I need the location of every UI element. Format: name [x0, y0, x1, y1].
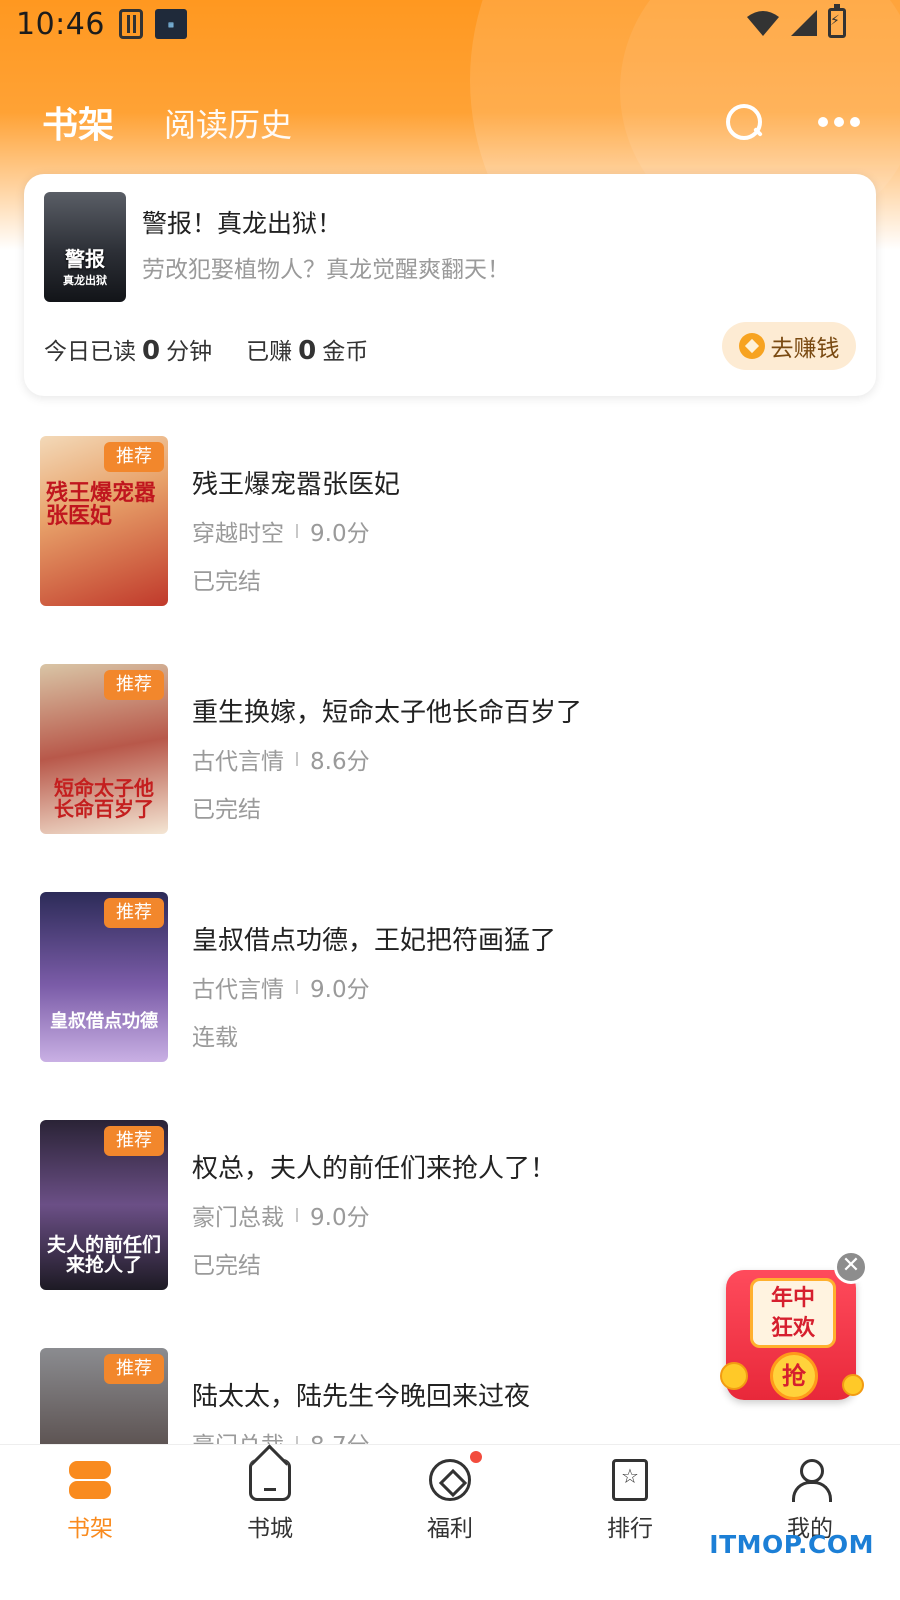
nav-label: 书城 [247, 1516, 293, 1542]
recommend-badge: 推荐 [104, 442, 164, 472]
tab-label: 书架 [42, 105, 115, 146]
today-read-unit: 分钟 [166, 339, 213, 365]
nav-label: 福利 [427, 1516, 473, 1542]
book-title[interactable]: 皇叔借点功德，王妃把符画猛了 [192, 920, 556, 957]
list-item[interactable]: 推荐 皇叔借点功德 皇叔借点功德，王妃把符画猛了 古代言情 9.0分 连载 [40, 892, 880, 1064]
more-icon[interactable] [818, 117, 860, 127]
promo-label-line: 狂欢 [770, 1316, 815, 1341]
book-category: 穿越时空 [192, 521, 284, 547]
tab-bookshelf[interactable]: 书架 [42, 96, 115, 182]
book-meta: 豪门总裁 9.0分 [192, 1198, 370, 1232]
recommend-badge: 推荐 [104, 1354, 164, 1384]
recommend-badge: 推荐 [104, 670, 164, 700]
earned-label: 已赚 [246, 339, 293, 365]
divider [296, 524, 298, 538]
nav-label: 书架 [67, 1516, 113, 1542]
earned-value: 0 [298, 336, 317, 366]
bottom-nav: 书架 书城 福利 排行 我的 [0, 1444, 900, 1600]
book-category: 古代言情 [192, 749, 284, 775]
nav-bookshelf[interactable]: 书架 [0, 1445, 180, 1557]
promo-label: 年中 狂欢 [750, 1278, 836, 1348]
signal-icon [791, 10, 817, 36]
book-cover[interactable]: 推荐 夫人的前任们来抢人了 [40, 1120, 168, 1290]
book-score: 9.0分 [310, 521, 370, 547]
book-cover[interactable]: 警报 真龙出狱 [44, 192, 126, 302]
book-description: 劳改犯娶植物人？真龙觉醒爽翻天！ [142, 257, 510, 283]
book-meta: 穿越时空 9.0分 [192, 514, 370, 548]
earned-unit: 金币 [322, 339, 369, 365]
book-cover[interactable]: 推荐 短命太子他长命百岁了 [40, 664, 168, 834]
book-title[interactable]: 重生换嫁，短命太子他长命百岁了 [192, 692, 582, 729]
welfare-icon [429, 1459, 471, 1501]
wifi-icon [747, 11, 779, 36]
book-score: 8.6分 [310, 749, 370, 775]
divider [296, 752, 298, 766]
nav-label: 排行 [607, 1516, 653, 1542]
today-read-stat: 今日已读 0 分钟 [44, 332, 212, 366]
book-title[interactable]: 陆太太，陆先生今晚回来过夜 [192, 1376, 530, 1413]
cover-text: 皇叔借点功德 [50, 1011, 158, 1033]
book-status: 连载 [192, 1025, 238, 1051]
promo-float[interactable]: 年中 狂欢 抢 ✕ [720, 1250, 880, 1410]
reading-stats: 今日已读 0 分钟 已赚 0 金币 [44, 332, 368, 366]
status-bar: 10:46 ▦ [0, 0, 900, 48]
promo-label-line: 年中 [770, 1286, 815, 1311]
book-status: 已完结 [192, 797, 261, 823]
coin-icon [738, 333, 765, 359]
book-cover[interactable]: 推荐 残王爆宠嚣张医妃 [40, 436, 168, 606]
battery-icon [828, 4, 846, 38]
book-meta: 古代言情 9.0分 [192, 970, 370, 1004]
book-cover[interactable]: 推荐 皇叔借点功德 [40, 892, 168, 1062]
close-icon[interactable]: ✕ [834, 1250, 868, 1284]
coin-icon [842, 1374, 864, 1396]
status-time: 10:46 [16, 6, 105, 42]
nav-bookstore[interactable]: 书城 [180, 1445, 360, 1557]
cover-text: 残王爆宠嚣张医妃 [46, 481, 157, 530]
book-score: 9.0分 [310, 977, 370, 1003]
book-title[interactable]: 残王爆宠嚣张医妃 [192, 464, 400, 501]
list-item[interactable]: 推荐 残王爆宠嚣张医妃 残王爆宠嚣张医妃 穿越时空 9.0分 已完结 [40, 436, 880, 608]
recommend-badge: 推荐 [104, 898, 164, 928]
sim-icon [118, 9, 143, 39]
today-read-label: 今日已读 [44, 339, 136, 365]
cover-text: 短命太子他长命百岁了 [54, 776, 154, 821]
nav-welfare[interactable]: 福利 [360, 1445, 540, 1557]
current-reading-card[interactable]: 警报 真龙出狱 警报！真龙出狱！ 劳改犯娶植物人？真龙觉醒爽翻天！ 今日已读 0 分… [24, 174, 876, 396]
cover-title: 警报 [65, 247, 105, 271]
search-icon[interactable] [724, 102, 764, 142]
recommend-badge: 推荐 [104, 1126, 164, 1156]
profile-icon [789, 1459, 832, 1502]
book-status: 已完结 [192, 569, 261, 595]
earn-money-label: 去赚钱 [770, 336, 840, 362]
earned-stat: 已赚 0 金币 [246, 332, 368, 366]
book-title[interactable]: 警报！真龙出狱！ [142, 204, 342, 240]
book-category: 豪门总裁 [192, 1205, 284, 1231]
book-category: 古代言情 [192, 977, 284, 1003]
bookstore-icon [249, 1459, 291, 1501]
earn-money-button[interactable]: 去赚钱 [722, 322, 856, 370]
today-read-value: 0 [142, 336, 161, 366]
bookshelf-icon [69, 1459, 111, 1501]
calendar-icon: ▦ [154, 9, 187, 39]
notification-dot [470, 1451, 482, 1463]
book-score: 9.0分 [310, 1205, 370, 1231]
book-title[interactable]: 权总，夫人的前任们来抢人了！ [192, 1148, 556, 1185]
divider [296, 980, 298, 994]
list-item[interactable]: 推荐 短命太子他长命百岁了 重生换嫁，短命太子他长命百岁了 古代言情 8.6分 … [40, 664, 880, 836]
book-status: 已完结 [192, 1253, 261, 1279]
coin-icon [720, 1362, 748, 1390]
cover-text: 夫人的前任们来抢人了 [46, 1234, 161, 1277]
nav-ranking[interactable]: 排行 [540, 1445, 720, 1557]
tab-reading-history[interactable]: 阅读历史 [164, 100, 292, 148]
cover-subtitle: 真龙出狱 [63, 274, 107, 287]
top-tabs: 书架 阅读历史 [42, 96, 292, 182]
watermark: ITMOP.COM [709, 1530, 874, 1559]
divider [296, 1208, 298, 1222]
promo-grab-button[interactable]: 抢 [770, 1352, 818, 1400]
book-meta: 古代言情 8.6分 [192, 742, 370, 776]
ranking-icon [612, 1459, 648, 1501]
